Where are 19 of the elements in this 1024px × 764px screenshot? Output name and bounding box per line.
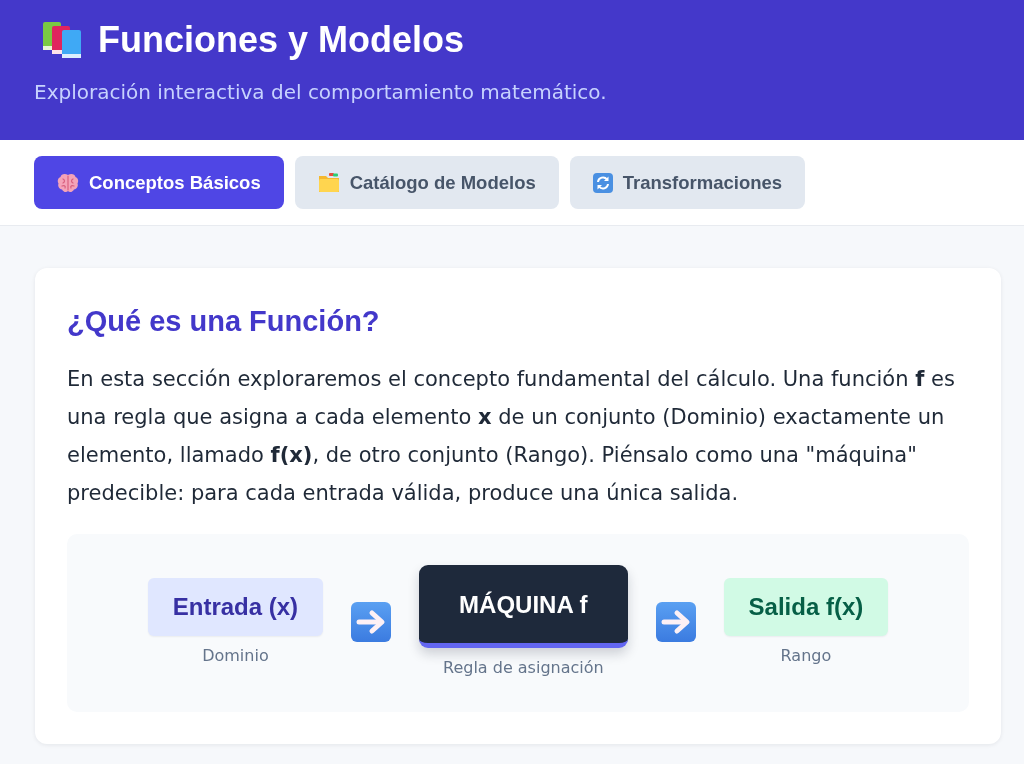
arrow-right-icon — [655, 602, 696, 642]
node-caption: Regla de asignación — [443, 657, 604, 679]
output-box: Salida f(x) — [723, 577, 889, 636]
page-title: Funciones y Modelos — [98, 18, 465, 62]
section-paragraph: En esta sección exploraremos el concepto fundamental del cálculo. Una función f es una regla que asigna a cada elemento x de un conjunto (Dominio) exactamente un elemento, llamado f(x), de otro conjunto (Rango). Piénsalo como una "máquina" predecible: para cada entrada válida, produce una única salida. — [67, 366, 956, 507]
node-caption: Dominio — [202, 644, 269, 667]
input-box: Entrada (x) — [147, 577, 324, 636]
tab[interactable]: Conceptos Básicos — [34, 156, 284, 209]
folder-icon — [317, 172, 340, 193]
page-subtitle: Exploración interactiva del comportamiento matemático. — [34, 79, 608, 106]
machine-box: MÁQUINA f — [419, 565, 628, 648]
books-icon — [42, 21, 82, 59]
refresh-icon — [592, 172, 613, 193]
tab[interactable]: Catálogo de Modelos — [294, 156, 559, 209]
brain-icon — [57, 172, 79, 193]
arrow-right-icon — [351, 602, 392, 642]
tab[interactable]: Transformaciones — [569, 156, 806, 209]
node-caption: Rango — [780, 644, 832, 667]
section-heading: ¿Qué es una Función? — [67, 304, 381, 338]
